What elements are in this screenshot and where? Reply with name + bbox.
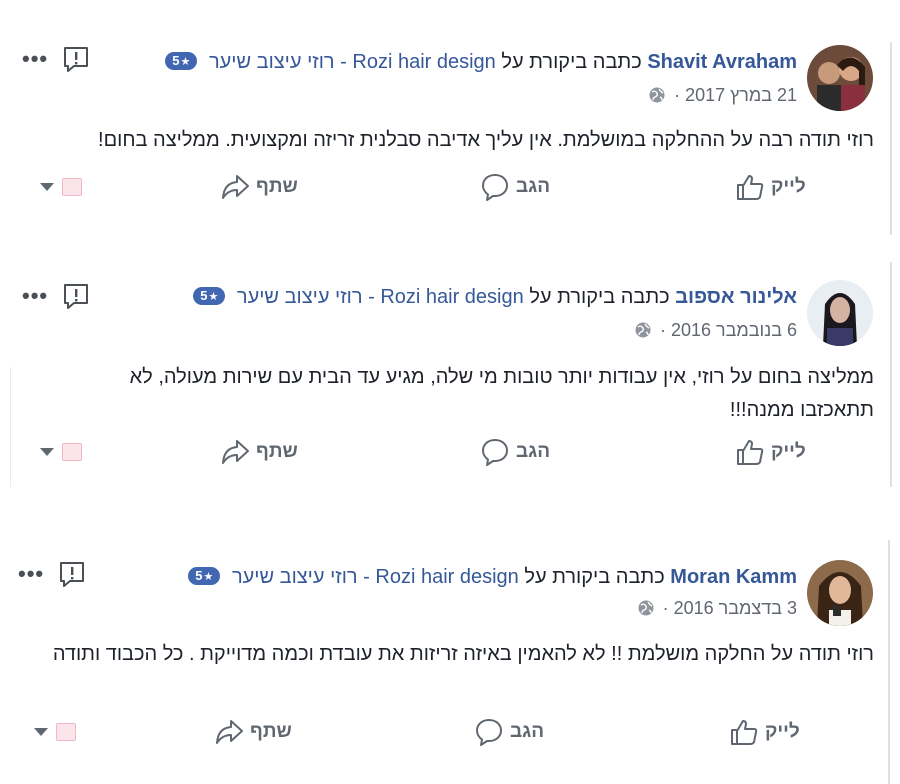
report-icon[interactable] [58,560,86,588]
author-name[interactable]: אלינור אספוב [675,286,797,308]
share-label: שתף [256,176,298,197]
share-label: שתף [256,441,298,462]
divider [888,540,890,784]
share-label: שתף [250,721,292,742]
star-icon: ★ [208,291,219,303]
more-options-icon[interactable]: ••• [18,563,44,585]
reaction-picker[interactable] [40,178,82,196]
comment-bubble-icon [482,439,508,466]
rating-value: 5 [195,568,203,583]
reaction-picker[interactable] [40,443,82,461]
globe-icon [635,322,651,338]
action-bar: לייק הגב שתף [30,172,820,206]
wrote-review-text: כתבה ביקורת על [529,286,670,308]
page-link[interactable]: רוזי עיצוב שיער - Rozi hair design [232,566,519,588]
comment-bubble-icon [476,719,502,746]
reaction-picker[interactable] [34,723,76,741]
report-icon[interactable] [62,45,90,73]
comment-label: הגב [516,176,551,197]
share-button[interactable]: שתף [220,172,298,202]
review-options: ••• [22,45,90,73]
mini-avatar-icon [62,178,82,196]
share-arrow-icon [222,175,249,199]
star-icon: ★ [180,56,191,68]
review-options: ••• [22,282,90,310]
thumbs-up-icon [731,720,758,745]
chevron-down-icon [40,448,54,456]
meta-separator: · [674,85,681,105]
rating-value: 5 [172,53,180,68]
divider [890,262,892,487]
post-date[interactable]: 6 בנובמבר 2016 [671,320,797,340]
comment-label: הגב [510,721,545,742]
post-meta: 21 במרץ 2017 · [649,85,797,106]
share-arrow-icon [216,720,243,744]
mini-avatar-icon [62,443,82,461]
review-card: Moran Kamm כתבה ביקורת על רוזי עיצוב שיע… [0,540,900,784]
mini-avatar-icon [56,723,76,741]
thumbs-up-icon [737,440,764,465]
review-text: רוזי תודה על החלקה מושלמת !! לא להאמין ב… [52,643,874,665]
review-card: אלינור אספוב כתבה ביקורת על רוזי עיצוב ש… [0,262,900,487]
rating-badge: 5★ [193,287,226,305]
page-link[interactable]: רוזי עיצוב שיער - Rozi hair design [237,286,524,308]
like-button[interactable]: לייק [735,172,806,202]
author-name[interactable]: Shavit Avraham [647,51,797,73]
page-link[interactable]: רוזי עיצוב שיער - Rozi hair design [209,51,496,73]
review-card: Shavit Avraham כתבה ביקורת על רוזי עיצוב… [0,0,900,235]
author-avatar[interactable] [807,280,873,346]
comment-button[interactable]: הגב [480,437,550,467]
star-icon: ★ [203,571,214,583]
more-options-icon[interactable]: ••• [22,285,48,307]
comment-bubble-icon [482,174,508,201]
report-icon[interactable] [62,282,90,310]
review-text: רוזי תודה רבה על ההחלקה במושלמת. אין עלי… [98,129,874,151]
globe-icon [649,87,665,103]
review-options: ••• [18,560,86,588]
comment-button[interactable]: הגב [474,717,544,747]
thumbs-up-icon [737,175,764,200]
review-header: אלינור אספוב כתבה ביקורת על רוזי עיצוב ש… [193,286,797,309]
divider [890,42,892,235]
like-label: לייק [765,721,800,742]
globe-icon [638,600,654,616]
divider [10,367,11,487]
action-bar: לייק הגב שתף [30,437,820,471]
meta-separator: · [659,320,666,340]
wrote-review-text: כתבה ביקורת על [501,51,642,73]
rating-badge: 5★ [188,567,221,585]
author-avatar[interactable] [807,560,873,626]
comment-label: הגב [516,441,551,462]
review-header: Moran Kamm כתבה ביקורת על רוזי עיצוב שיע… [188,566,797,589]
chevron-down-icon [40,183,54,191]
author-avatar[interactable] [807,45,873,111]
share-button[interactable]: שתף [214,717,292,747]
like-button[interactable]: לייק [735,437,806,467]
review-header: Shavit Avraham כתבה ביקורת על רוזי עיצוב… [165,51,797,74]
meta-separator: · [662,598,669,618]
wrote-review-text: כתבה ביקורת על [524,566,665,588]
post-meta: 6 בנובמבר 2016 · [635,320,797,341]
more-options-icon[interactable]: ••• [22,48,48,70]
author-name[interactable]: Moran Kamm [670,566,797,588]
rating-value: 5 [200,288,208,303]
review-text: ממליצה בחום על רוזי, אין עבודות יותר טוב… [129,366,874,421]
rating-badge: 5★ [165,52,198,70]
share-arrow-icon [222,440,249,464]
comment-button[interactable]: הגב [480,172,550,202]
like-label: לייק [771,176,806,197]
chevron-down-icon [34,728,48,736]
post-meta: 3 בדצמבר 2016 · [638,598,797,619]
post-date[interactable]: 21 במרץ 2017 [685,85,797,105]
action-bar: לייק הגב שתף [24,717,820,751]
post-date[interactable]: 3 בדצמבר 2016 [674,598,797,618]
share-button[interactable]: שתף [220,437,298,467]
like-label: לייק [771,441,806,462]
like-button[interactable]: לייק [729,717,800,747]
